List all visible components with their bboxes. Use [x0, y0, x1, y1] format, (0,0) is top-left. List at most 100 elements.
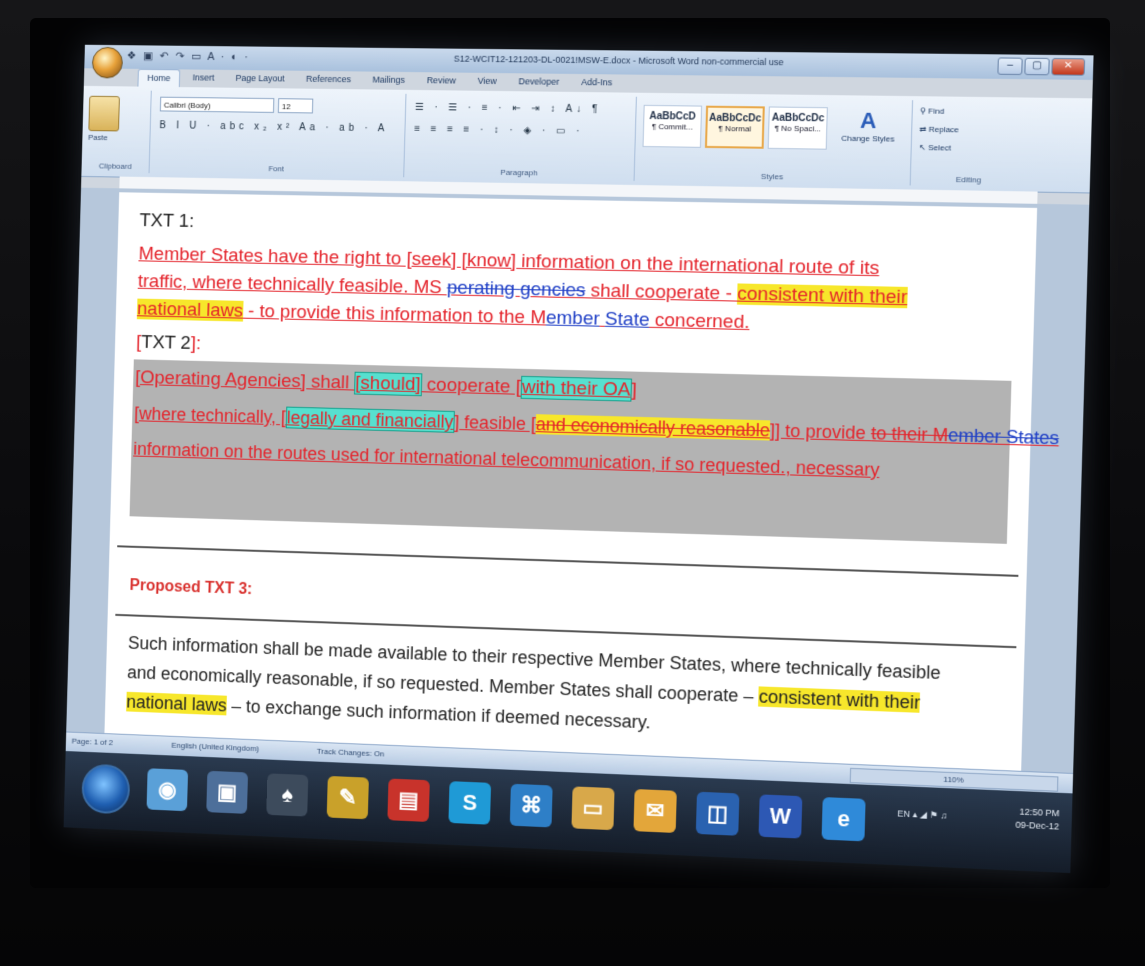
highlighted-text: [should] [354, 371, 422, 397]
style-name: ¶ Normal [718, 123, 752, 134]
close-button[interactable]: ✕ [1051, 58, 1086, 76]
txt1-line3-a: - to provide this information to the M [242, 300, 547, 329]
pdf-icon[interactable]: ▤ [387, 778, 430, 822]
ie-icon[interactable]: e [821, 797, 866, 842]
office-button-icon[interactable] [91, 46, 124, 79]
tab-developer[interactable]: Developer [509, 73, 568, 92]
font-name-select[interactable]: Calibri (Body) [159, 96, 275, 113]
outlook-icon[interactable]: ◫ [695, 791, 740, 836]
document-title: S12-WCIT12-121203-DL-0021!MSW-E.docx - M… [453, 53, 784, 68]
txt2-line2-b: ] feasible [ [454, 412, 537, 435]
font-group-label: Font [268, 164, 285, 174]
tab-page-layout[interactable]: Page Layout [227, 70, 294, 89]
txt2-line1-c: ] [631, 379, 637, 401]
clipboard-group: Paste Clipboard [81, 89, 152, 174]
tab-review[interactable]: Review [418, 72, 465, 90]
track-changes-indicator[interactable]: Track Changes: On [317, 747, 385, 759]
txt2-line2-c: ]] to provide [769, 420, 872, 444]
chrome-icon[interactable]: ◉ [146, 768, 189, 812]
quick-access-toolbar[interactable]: ❖ ▣ ↶ ↷ ▭ A · ◐ · [127, 49, 250, 63]
paragraph-group: ☰ · ☰ · ≡ · ⇤ ⇥ ↕ A↓ ¶ ≡ ≡ ≡ ≡ · ↕ · ◈ ·… [405, 93, 637, 181]
document-page[interactable]: TXT 1: Member States have the right to [… [104, 192, 1059, 779]
change-styles-label: Change Styles [841, 133, 895, 144]
tab-insert[interactable]: Insert [184, 69, 224, 87]
tab-references[interactable]: References [297, 71, 360, 90]
highlighted-text: with their OA [520, 375, 632, 402]
tab-home[interactable]: Home [137, 68, 181, 88]
mail-icon[interactable]: ✉ [633, 789, 677, 833]
paste-icon[interactable] [88, 95, 120, 132]
txt2-line1-b: cooperate [ [421, 374, 522, 398]
pen-icon[interactable]: ✎ [326, 775, 369, 820]
style-commit[interactable]: AaBbCcD ¶ Commit... [642, 104, 703, 148]
app-icon[interactable]: ♠ [266, 773, 309, 817]
zoom-level: 110% [943, 774, 964, 785]
font-group: Calibri (Body) 12 B I U · abc x₂ x² Aa ·… [150, 90, 407, 178]
deleted-text: to their M [870, 423, 949, 446]
find-button[interactable]: ⚲ Find [920, 106, 945, 115]
language-indicator[interactable]: English (United Kingdom) [171, 741, 259, 754]
change-styles-button[interactable]: A Change Styles [837, 107, 899, 144]
style-no-spacing[interactable]: AaBbCcDc ¶ No Spaci... [767, 106, 828, 150]
replace-button[interactable]: ⇄ Replace [919, 125, 959, 135]
window-controls: – ▢ ✕ [997, 57, 1086, 76]
maximize-button[interactable]: ▢ [1024, 57, 1050, 76]
highlighted-text: national laws [126, 691, 227, 716]
table-border [117, 545, 1019, 577]
txt1-heading: TXT 1: [139, 210, 195, 232]
txt2-line1-a: [Operating Agencies] shall [134, 367, 355, 394]
select-button[interactable]: ↖ Select [919, 143, 951, 153]
skype-icon[interactable]: S [448, 781, 492, 825]
system-tray[interactable]: EN ▴ ◢ ⚑ ♫ [897, 808, 947, 821]
txt1-line2-text: traffic, where technically feasible. MS [137, 271, 448, 299]
editing-group: ⚲ Find ⇄ Replace ↖ Select Editing [912, 100, 1028, 187]
document-area: TXT 1: Member States have the right to [… [66, 187, 1090, 779]
deleted-text: perating [446, 277, 521, 300]
highlighted-text: national laws [136, 298, 244, 322]
network-icon[interactable]: ⌘ [509, 783, 553, 828]
clock[interactable]: 12:50 PM 09-Dec-12 [1015, 805, 1059, 833]
txt3-line3-b: – to exchange such information if deemed… [226, 695, 651, 733]
bracket: ]: [190, 333, 202, 355]
start-button-icon[interactable] [81, 763, 131, 815]
tab-mailings[interactable]: Mailings [364, 72, 415, 90]
inserted-text-blue: ember [545, 307, 600, 330]
clock-date: 09-Dec-12 [1015, 819, 1060, 832]
tab-add-ins[interactable]: Add-Ins [572, 74, 622, 93]
paste-label: Paste [88, 132, 108, 143]
styles-group: AaBbCcD ¶ Commit... AaBbCcDc ¶ Normal Aa… [635, 96, 914, 186]
proposed-txt3-title: Proposed TXT 3: [129, 577, 253, 599]
deleted-text-blue: ember States [947, 425, 1060, 449]
word-icon[interactable]: W [758, 794, 803, 839]
replace-label: Replace [928, 124, 960, 135]
txt2-heading-text: TXT 2 [141, 332, 192, 354]
font-size-select[interactable]: 12 [277, 98, 314, 114]
style-preview: AaBbCcD [649, 110, 696, 123]
cursor-icon: ↖ [918, 142, 929, 153]
ribbon: Paste Clipboard Calibri (Body) 12 B I U … [81, 85, 1093, 194]
tab-view[interactable]: View [468, 73, 505, 91]
editing-group-label: Editing [955, 175, 982, 185]
style-preview: AaBbCcDc [771, 112, 825, 125]
page-count[interactable]: Page: 1 of 2 [72, 737, 114, 748]
paragraph-buttons-row1[interactable]: ☰ · ☰ · ≡ · ⇤ ⇥ ↕ A↓ ¶ [415, 102, 602, 115]
font-format-buttons[interactable]: B I U · abc x₂ x² Aa · ab · A [159, 120, 388, 134]
inserted-text-blue: State [604, 308, 650, 331]
highlighted-text: consistent with their [736, 283, 908, 309]
style-preview: AaBbCcDc [708, 112, 762, 125]
window-icon[interactable]: ▣ [206, 770, 249, 814]
highlighted-text: consistent with their [758, 686, 921, 713]
minimize-button[interactable]: – [997, 57, 1023, 76]
replace-icon: ⇄ [919, 124, 929, 134]
change-styles-icon: A [859, 107, 877, 134]
paragraph-group-label: Paragraph [500, 167, 538, 178]
style-normal[interactable]: AaBbCcDc ¶ Normal [704, 105, 765, 149]
paragraph-buttons-row2[interactable]: ≡ ≡ ≡ ≡ · ↕ · ◈ · ▭ · [414, 124, 583, 137]
style-name: ¶ No Spaci... [774, 123, 822, 134]
word-window: ❖ ▣ ↶ ↷ ▭ A · ◐ · S12-WCIT12-121203-DL-0… [63, 44, 1094, 874]
txt2-line3-b: , necessary [785, 457, 880, 481]
folder-icon[interactable]: ▭ [571, 786, 615, 831]
txt1-line3-c: concerned. [649, 309, 750, 334]
style-name: ¶ Commit... [651, 122, 693, 132]
clipboard-group-label: Clipboard [98, 161, 132, 171]
